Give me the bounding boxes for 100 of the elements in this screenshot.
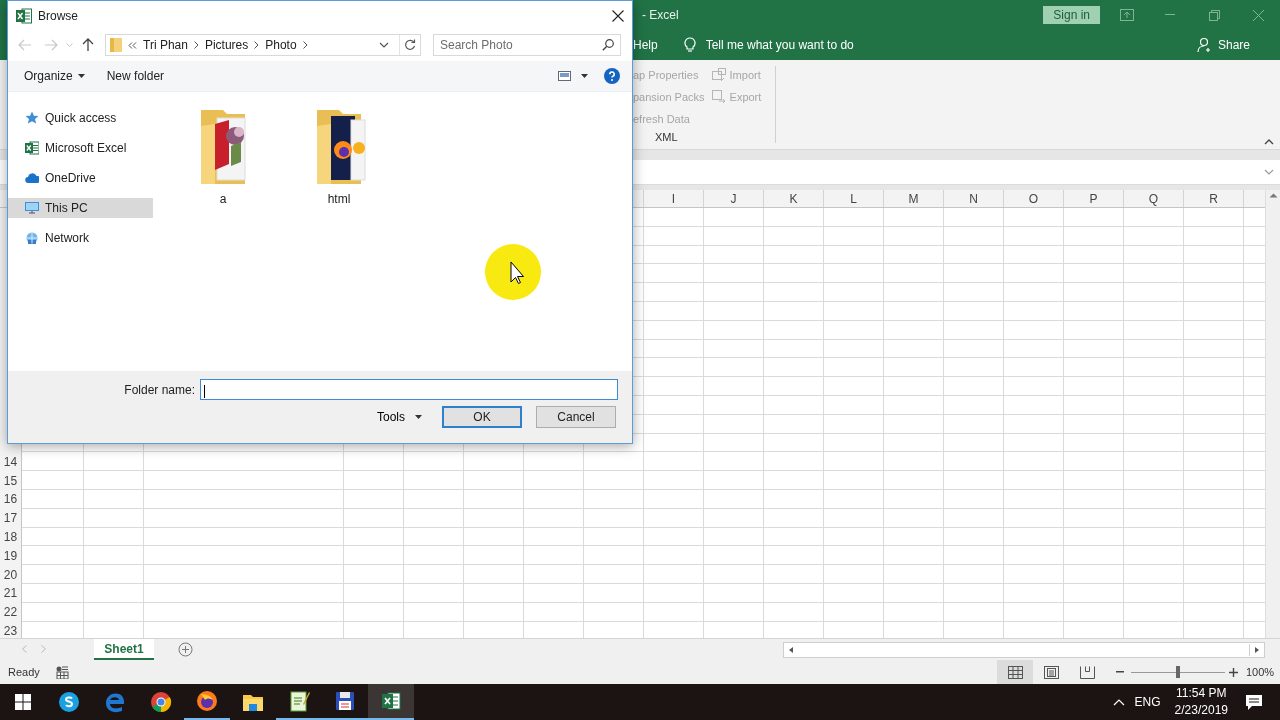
tell-me-search[interactable]: Tell me what you want to do (705, 38, 854, 52)
caret-icon[interactable] (581, 74, 588, 78)
folder-icon (110, 38, 122, 52)
ribbon-tab[interactable]: Help (633, 38, 658, 52)
network-icon (25, 231, 39, 245)
page-layout-view-icon (1043, 665, 1059, 679)
share-button[interactable]: Share (1188, 35, 1258, 55)
clock-time[interactable]: 11:54 PM (1176, 685, 1227, 702)
nav-pane-item[interactable]: Quick access (8, 108, 153, 128)
excel-icon (380, 690, 402, 712)
nav-pane-item[interactable]: Network (8, 228, 153, 248)
sign-in-button[interactable]: Sign in (1043, 6, 1100, 24)
excel-icon (16, 8, 32, 24)
ok-button[interactable]: OK (442, 406, 522, 428)
breadcrumb[interactable]: Photo (265, 38, 297, 52)
nav-pane-item[interactable]: Microsoft Excel (8, 138, 153, 158)
zoom-slider-thumb[interactable] (1176, 665, 1180, 678)
column-header[interactable]: M (884, 190, 944, 207)
notifications-icon[interactable] (1246, 694, 1262, 710)
row-header[interactable]: 18 (0, 527, 21, 547)
caret-icon (77, 74, 85, 78)
add-sheet-icon[interactable] (178, 642, 193, 657)
breadcrumb[interactable]: Pictures (204, 38, 249, 52)
help-icon[interactable] (604, 68, 620, 84)
close-icon[interactable] (1252, 9, 1264, 21)
dropdown-chevron-icon[interactable] (379, 42, 389, 48)
chrome-icon (150, 691, 172, 713)
firefox-icon (196, 690, 218, 712)
chevron-right-icon[interactable] (254, 41, 260, 49)
nav-pane-item[interactable]: This PC (8, 198, 153, 218)
taskbar-button[interactable] (368, 684, 414, 720)
edge-icon (104, 691, 126, 713)
row-header[interactable]: 19 (0, 546, 21, 566)
view-button[interactable] (997, 660, 1033, 684)
back-arrow-icon (18, 39, 32, 51)
cloud-icon (25, 171, 39, 185)
search-field[interactable]: Search Photo (433, 34, 621, 56)
up-arrow-icon (82, 38, 94, 52)
caret-icon (415, 415, 422, 419)
group-label: XML (654, 131, 679, 143)
notepad-icon (288, 690, 310, 712)
scroll-up-icon[interactable] (1268, 192, 1278, 198)
text-cursor (204, 385, 205, 398)
language-indicator[interactable]: ENG (1134, 695, 1161, 709)
chevron-right-icon[interactable] (302, 41, 308, 49)
column-header[interactable]: P (1064, 190, 1124, 207)
column-header[interactable]: L (824, 190, 884, 207)
zoom-level[interactable]: 100% (1246, 666, 1280, 678)
chevron-right-icon[interactable] (193, 41, 199, 49)
show-hidden-icons-icon[interactable] (1112, 698, 1125, 706)
windows-icon (15, 694, 31, 710)
forward-arrow-icon (44, 39, 58, 51)
ribbon-display-icon[interactable] (1120, 9, 1134, 21)
person-add-icon (1196, 37, 1213, 53)
folder-item[interactable]: html (289, 106, 389, 206)
breadcrumb[interactable]: Tri Phan (143, 38, 188, 52)
column-header[interactable]: N (944, 190, 1004, 207)
sheet-tab[interactable]: Sheet1 (94, 639, 154, 660)
page-break-view-icon (1079, 665, 1095, 679)
row-header[interactable]: 22 (0, 602, 21, 622)
row-header[interactable]: 20 (0, 565, 21, 584)
collapse-ribbon-icon[interactable] (1264, 139, 1274, 145)
status-text: Ready (8, 666, 40, 678)
row-header[interactable]: 21 (0, 583, 21, 603)
row-header[interactable]: 23 (0, 621, 21, 641)
expand-formula-bar-icon[interactable] (1264, 169, 1274, 175)
column-header[interactable]: R (1184, 190, 1244, 207)
lightbulb-icon (683, 37, 696, 53)
field-label: Folder name: (124, 382, 195, 397)
row-header[interactable]: 17 (0, 508, 21, 528)
import-icon (710, 67, 727, 83)
nav-pane-item[interactable]: OneDrive (8, 168, 153, 188)
refresh-icon[interactable] (404, 39, 416, 51)
tools-menu[interactable]: Tools (373, 408, 426, 426)
restore-icon[interactable] (1208, 9, 1220, 21)
row-header[interactable]: 14 (0, 452, 21, 472)
row-header[interactable]: 15 (0, 471, 21, 490)
close-icon (612, 10, 624, 22)
zoom-in-icon[interactable] (1229, 667, 1238, 677)
folder-item[interactable]: a (173, 106, 273, 206)
star-icon (25, 111, 39, 125)
address-bar[interactable]: Tri Phan Pictures Photo (105, 34, 421, 56)
horizontal-scrollbar[interactable] (783, 642, 1265, 658)
clock-date[interactable]: 2/23/2019 (1174, 702, 1228, 719)
cursor-highlight (483, 242, 543, 302)
cancel-button[interactable]: Cancel (536, 406, 616, 428)
column-header[interactable]: I (644, 190, 704, 207)
new-folder-button[interactable]: New folder (98, 67, 173, 85)
column-header[interactable]: K (764, 190, 824, 207)
folder-name-field[interactable] (200, 379, 618, 400)
minimize-icon[interactable] (1165, 14, 1175, 16)
view-options-icon[interactable] (558, 71, 571, 81)
row-header[interactable]: 16 (0, 490, 21, 509)
column-header[interactable]: O (1004, 190, 1064, 207)
column-header[interactable]: J (704, 190, 764, 207)
normal-view-icon (1007, 665, 1023, 679)
dialog-title: Browse (38, 9, 78, 23)
window-title: - Excel (642, 8, 679, 22)
organize-menu[interactable]: Organize (16, 67, 93, 85)
column-header[interactable]: Q (1124, 190, 1184, 207)
